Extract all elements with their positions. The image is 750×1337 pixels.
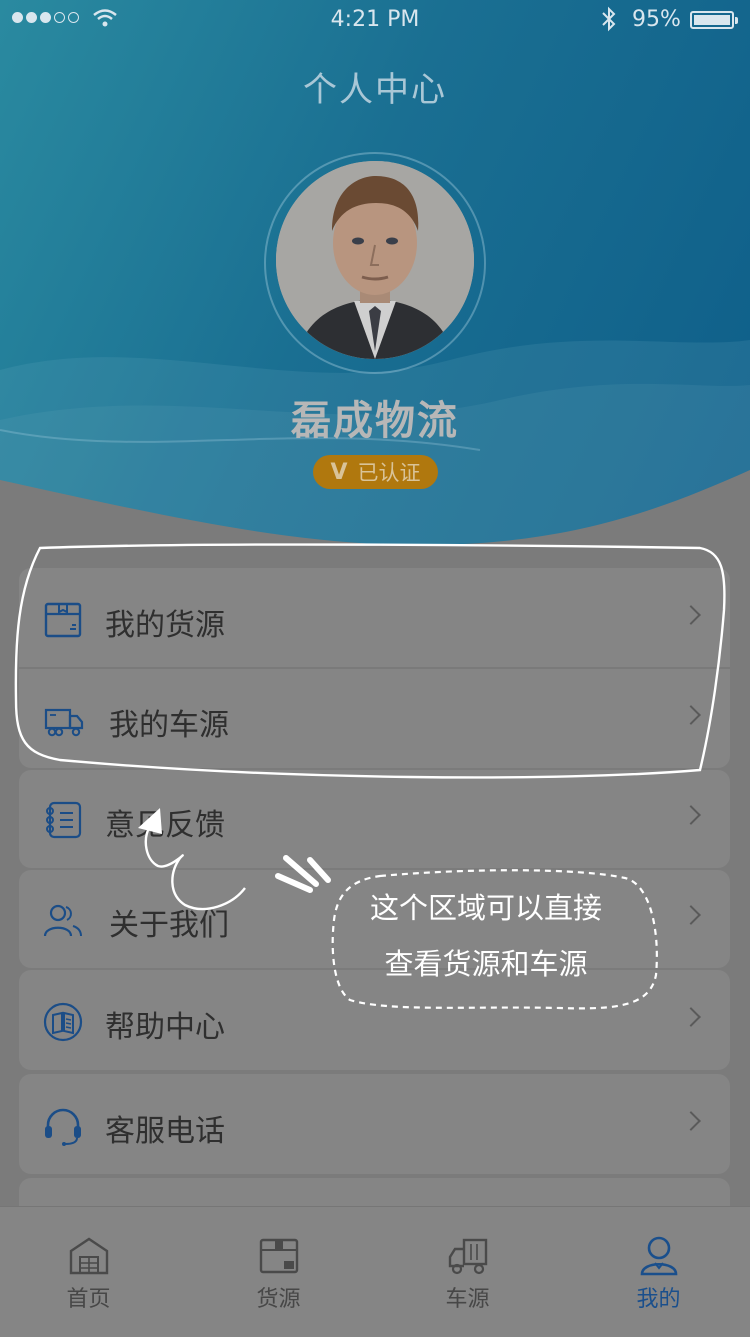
- goods-box-icon: [259, 1238, 299, 1274]
- tab-mine[interactable]: 我的: [565, 1207, 750, 1337]
- chevron-right-icon: [681, 705, 701, 725]
- source-menu-card: 我的货源 我的车源: [19, 568, 730, 768]
- tab-label: 我的: [636, 1287, 681, 1312]
- tab-label: 首页: [66, 1287, 111, 1312]
- avatar[interactable]: [276, 161, 474, 359]
- menu-item-feedback[interactable]: 意见反馈: [19, 770, 730, 868]
- service-card: 客服电话: [19, 1074, 730, 1174]
- menu-item-label: 我的车源: [109, 708, 229, 743]
- tab-bar: 首页 货源 车源 我的: [0, 1206, 750, 1337]
- headset-icon: [45, 1108, 81, 1146]
- battery-icon: [690, 11, 738, 29]
- users-icon: [43, 904, 82, 937]
- chevron-right-icon: [681, 905, 701, 925]
- feedback-card: 意见反馈: [19, 770, 730, 868]
- package-box-icon: [44, 602, 82, 638]
- divider: [19, 667, 730, 669]
- verified-badge: V 已认证: [313, 455, 438, 489]
- menu-item-label: 关于我们: [109, 908, 229, 943]
- menu-item-service-phone[interactable]: 客服电话: [19, 1076, 730, 1174]
- menu-item-my-goods[interactable]: 我的货源: [19, 570, 730, 668]
- chevron-right-icon: [681, 1111, 701, 1131]
- menu-item-label: 帮助中心: [105, 1010, 225, 1045]
- truck-icon: [44, 708, 84, 737]
- annotation-line-2: 查看货源和车源: [384, 947, 588, 981]
- verified-v-icon: V: [330, 459, 348, 485]
- chevron-right-icon: [681, 805, 701, 825]
- bluetooth-icon: [602, 6, 616, 32]
- feedback-list-icon: [46, 801, 82, 839]
- truck-icon: [448, 1238, 488, 1275]
- tab-vehicles[interactable]: 车源: [374, 1207, 561, 1337]
- tab-label: 车源: [445, 1287, 490, 1312]
- status-bar: 4:21 PM 95%: [0, 0, 750, 40]
- company-name: 磊成物流: [291, 398, 459, 444]
- menu-item-label: 客服电话: [105, 1114, 225, 1149]
- page-title: 个人中心: [303, 70, 447, 110]
- annotation-line-1: 这个区域可以直接: [369, 891, 602, 925]
- menu-item-my-vehicles[interactable]: 我的车源: [19, 670, 730, 768]
- person-icon: [640, 1236, 678, 1276]
- tab-goods[interactable]: 货源: [185, 1207, 372, 1337]
- chevron-right-icon: [681, 1007, 701, 1027]
- help-book-icon: [43, 1002, 83, 1042]
- menu-item-label: 我的货源: [105, 608, 225, 643]
- verified-label: 已认证: [357, 461, 421, 485]
- menu-item-label: 意见反馈: [105, 808, 225, 843]
- battery-percent: 95%: [632, 7, 681, 32]
- warehouse-icon: [69, 1237, 109, 1275]
- tab-home[interactable]: 首页: [0, 1207, 182, 1337]
- tab-label: 货源: [256, 1287, 301, 1312]
- chevron-right-icon: [681, 605, 701, 625]
- annotation-text: 这个区域可以直接 查看货源和车源: [336, 880, 636, 992]
- avatar-portrait-icon: [276, 161, 474, 359]
